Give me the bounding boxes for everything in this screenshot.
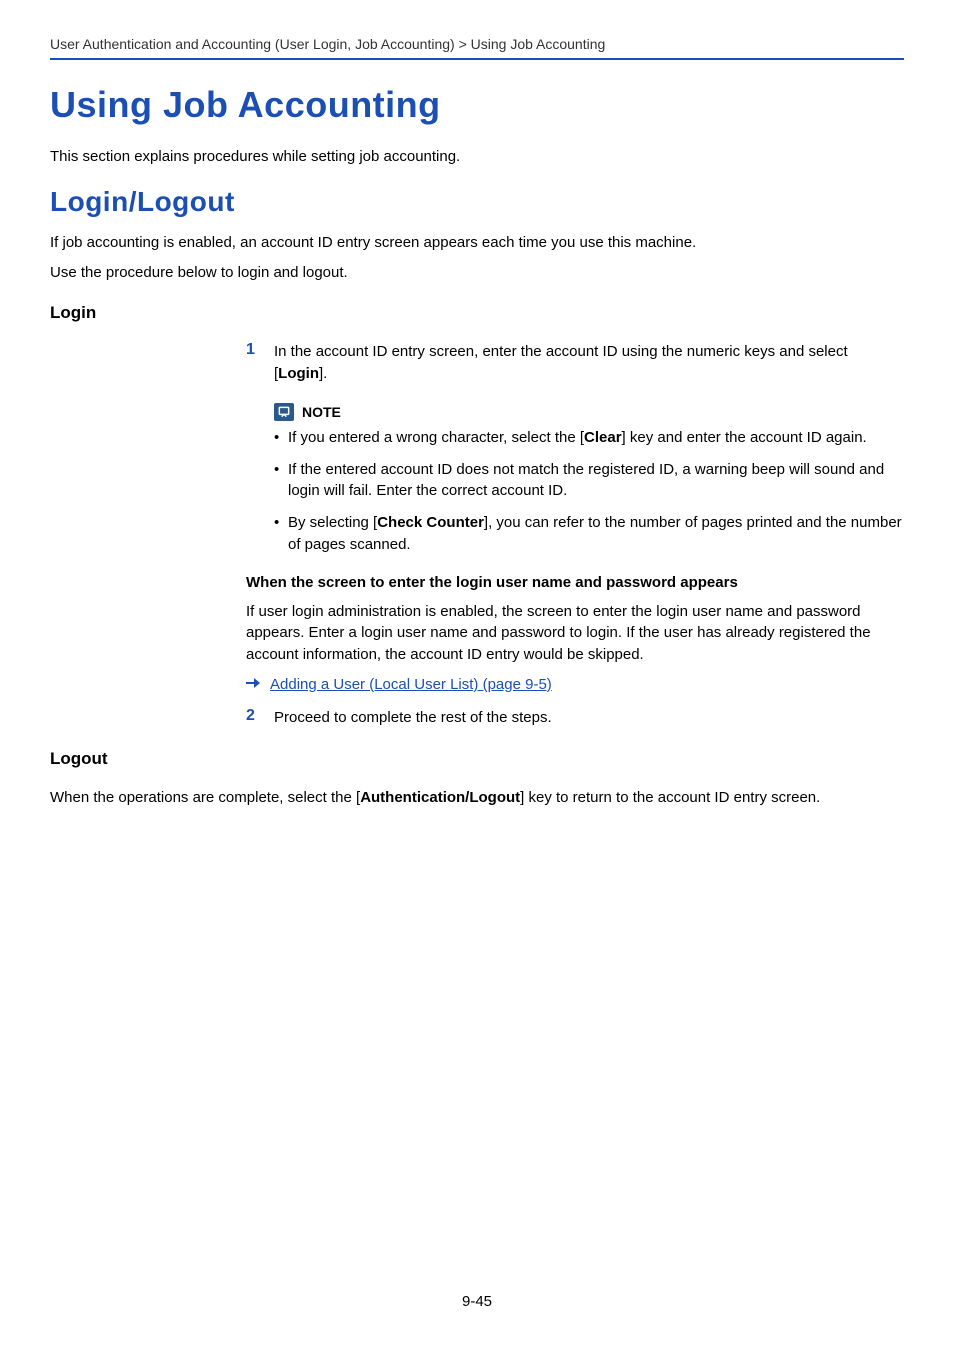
note-bullet-1-bold: Clear — [584, 429, 622, 446]
cross-reference-link[interactable]: Adding a User (Local User List) (page 9-… — [270, 676, 552, 693]
note-bullet-1-c: ] key and enter the account ID again. — [622, 429, 867, 446]
note-label: NOTE — [302, 404, 341, 420]
step-1-text-bold: Login — [278, 365, 319, 382]
section-paragraph-1: If job accounting is enabled, an account… — [50, 232, 904, 254]
step-number-2: 2 — [246, 707, 260, 729]
page-title: Using Job Accounting — [50, 84, 904, 126]
note-bullet-2: If the entered account ID does not match… — [274, 459, 904, 503]
note-bullet-3-bold: Check Counter — [377, 514, 484, 531]
logout-paragraph-bold: Authentication/Logout — [360, 789, 520, 806]
section-paragraph-2: Use the procedure below to login and log… — [50, 262, 904, 284]
note-header: NOTE — [274, 403, 904, 421]
sub-heading-login-screen: When the screen to enter the login user … — [246, 574, 904, 591]
logout-paragraph-c: ] key to return to the account ID entry … — [520, 789, 820, 806]
note-icon — [274, 403, 294, 421]
sub-paragraph: If user login administration is enabled,… — [246, 601, 904, 666]
cross-reference-row: Adding a User (Local User List) (page 9-… — [246, 676, 904, 693]
step-1-text-c: ]. — [319, 365, 327, 382]
logout-paragraph-a: When the operations are complete, select… — [50, 789, 360, 806]
note-block: NOTE If you entered a wrong character, s… — [274, 403, 904, 556]
step-1-text-a: In the account ID entry screen, enter th… — [274, 343, 848, 382]
step-2-text: Proceed to complete the rest of the step… — [274, 707, 904, 729]
note-bullet-3-a: By selecting [ — [288, 514, 377, 531]
arrow-right-icon — [246, 676, 260, 692]
note-bullet-3: By selecting [Check Counter], you can re… — [274, 512, 904, 556]
subsection-heading-login: Login — [50, 303, 904, 323]
note-bullet-1: If you entered a wrong character, select… — [274, 427, 904, 449]
section-heading-login-logout: Login/Logout — [50, 186, 904, 218]
subsection-heading-logout: Logout — [50, 749, 904, 769]
breadcrumb: User Authentication and Accounting (User… — [50, 36, 904, 52]
page-number: 9-45 — [0, 1293, 954, 1310]
step-1-text: In the account ID entry screen, enter th… — [274, 341, 904, 385]
note-bullet-1-a: If you entered a wrong character, select… — [288, 429, 584, 446]
step-1: 1 In the account ID entry screen, enter … — [246, 341, 904, 385]
intro-paragraph: This section explains procedures while s… — [50, 146, 904, 168]
step-number-1: 1 — [246, 341, 260, 385]
logout-paragraph: When the operations are complete, select… — [50, 787, 904, 809]
header-rule — [50, 58, 904, 60]
note-bullets: If you entered a wrong character, select… — [274, 427, 904, 556]
step-2: 2 Proceed to complete the rest of the st… — [246, 707, 904, 729]
